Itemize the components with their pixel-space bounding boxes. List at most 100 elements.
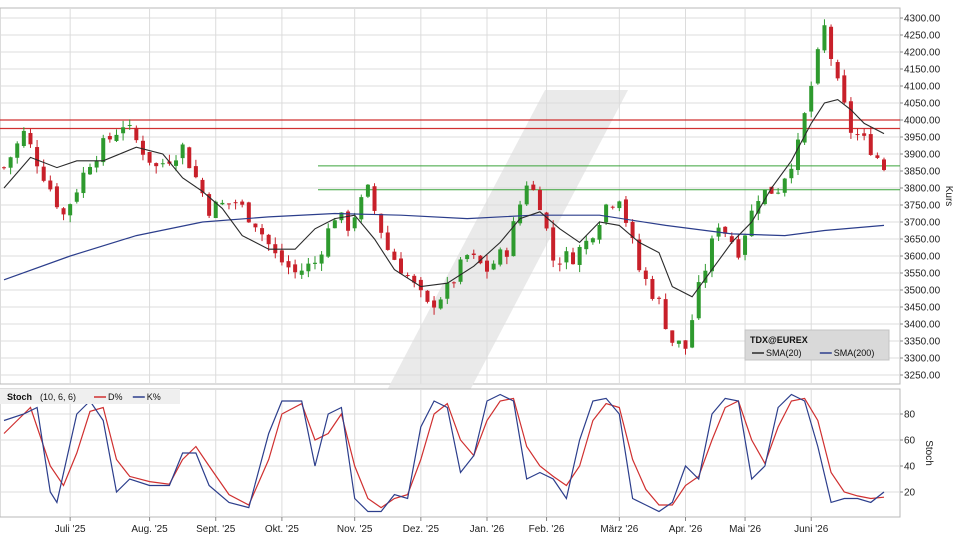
candle-body — [101, 138, 106, 163]
candle-body — [736, 239, 741, 258]
y-tick-label: 3650.00 — [904, 235, 941, 246]
y-tick-label: 3300.00 — [904, 354, 941, 365]
candle-body — [617, 201, 622, 209]
candle-body — [868, 134, 873, 155]
y-tick-label: 4150.00 — [904, 65, 941, 76]
candle-body — [352, 217, 357, 229]
candle-body — [107, 136, 112, 140]
candle-body — [590, 238, 595, 243]
y-axis-label: Stoch — [923, 440, 934, 466]
x-tick-label: Juli '25 — [55, 524, 86, 535]
candle-body — [551, 227, 556, 261]
y-tick-label: 40 — [904, 462, 916, 473]
candle-body — [21, 130, 26, 147]
candle-body — [471, 253, 476, 255]
candle-body — [332, 220, 337, 229]
candle-body — [385, 232, 390, 250]
candle-body — [822, 25, 827, 51]
candle-body — [359, 197, 364, 220]
candle-body — [643, 270, 648, 279]
candle-body — [28, 133, 33, 145]
candle-body — [74, 192, 79, 202]
candle-body — [61, 208, 66, 215]
candle-body — [94, 161, 99, 168]
candle-body — [299, 270, 304, 275]
candle-body — [524, 185, 529, 205]
y-tick-label: 3700.00 — [904, 218, 941, 229]
legend-series-name: SMA(200) — [834, 348, 875, 358]
candle-body — [604, 204, 609, 223]
candle-body — [253, 223, 258, 228]
candle-body — [835, 62, 840, 79]
candle-body — [326, 228, 331, 257]
stochastic-panel: 20 40 60 80 Stoch — [0, 388, 934, 518]
candle-body — [571, 252, 576, 265]
candle-body — [260, 228, 265, 235]
candle-body — [193, 166, 198, 178]
candle-body — [432, 300, 437, 308]
candle-body — [425, 290, 430, 302]
candle-body — [418, 279, 423, 291]
candle-body — [293, 264, 298, 273]
candle-body — [266, 234, 271, 245]
candle-body — [48, 180, 53, 190]
candle-body — [392, 251, 397, 260]
candle-body — [160, 163, 165, 165]
candle-body — [187, 147, 192, 169]
legend-series-name: SMA(20) — [766, 348, 802, 358]
y-tick-label: 4300.00 — [904, 14, 941, 25]
candle-body — [882, 159, 886, 170]
candle-body — [15, 143, 20, 158]
y-tick-label: 4250.00 — [904, 31, 941, 42]
candle-body — [306, 263, 311, 272]
candle-body — [365, 184, 370, 197]
candle-body — [451, 282, 456, 284]
candle-body — [862, 133, 867, 136]
x-tick-label: Feb. '26 — [529, 524, 565, 535]
candle-body — [458, 259, 463, 282]
y-tick-label: 80 — [904, 410, 916, 421]
candle-body — [848, 101, 853, 133]
candle-body — [54, 186, 59, 208]
candle-body — [121, 127, 126, 134]
candle-body — [240, 201, 245, 205]
x-tick-label: Sept. '25 — [196, 524, 236, 535]
candle-body — [690, 320, 695, 348]
x-tick-label: Nov. '25 — [337, 524, 373, 535]
candle-body — [809, 85, 814, 112]
candle-body — [709, 238, 714, 272]
y-tick-label: 3850.00 — [904, 167, 941, 178]
candle-body — [650, 278, 655, 299]
candle-body — [226, 203, 231, 205]
y-tick-label: 3350.00 — [904, 337, 941, 348]
candle-body — [246, 202, 251, 223]
y-tick-label: 3450.00 — [904, 303, 941, 314]
candle-body — [577, 246, 582, 265]
candle-body — [379, 213, 384, 233]
candle-body — [683, 340, 688, 349]
candle-body — [233, 202, 238, 204]
candle-body — [782, 178, 787, 193]
y-tick-label: 20 — [904, 488, 916, 499]
x-tick-label: Jan. '26 — [470, 524, 505, 535]
stoch-plot-frame — [0, 388, 901, 518]
candle-body — [537, 190, 542, 211]
x-tick-label: März '26 — [600, 524, 638, 535]
candle-body — [670, 330, 675, 343]
candle-body — [154, 163, 159, 167]
candle-body — [795, 139, 800, 171]
candle-body — [789, 168, 794, 179]
candle-body — [140, 140, 145, 155]
legend-params: (10, 6, 6) — [40, 392, 76, 402]
candle-body — [531, 184, 536, 190]
candle-body — [829, 26, 834, 60]
price-legend: TDX@EUREX SMA(20) SMA(200) — [744, 329, 890, 361]
candle-body — [875, 155, 880, 158]
candle-body — [405, 275, 410, 277]
candle-body — [35, 147, 40, 167]
candle-body — [465, 255, 470, 260]
x-tick-label: Dez. '25 — [403, 524, 440, 535]
x-tick-label: Juni '26 — [794, 524, 829, 535]
candle-body — [127, 124, 132, 126]
candle-body — [2, 167, 6, 169]
